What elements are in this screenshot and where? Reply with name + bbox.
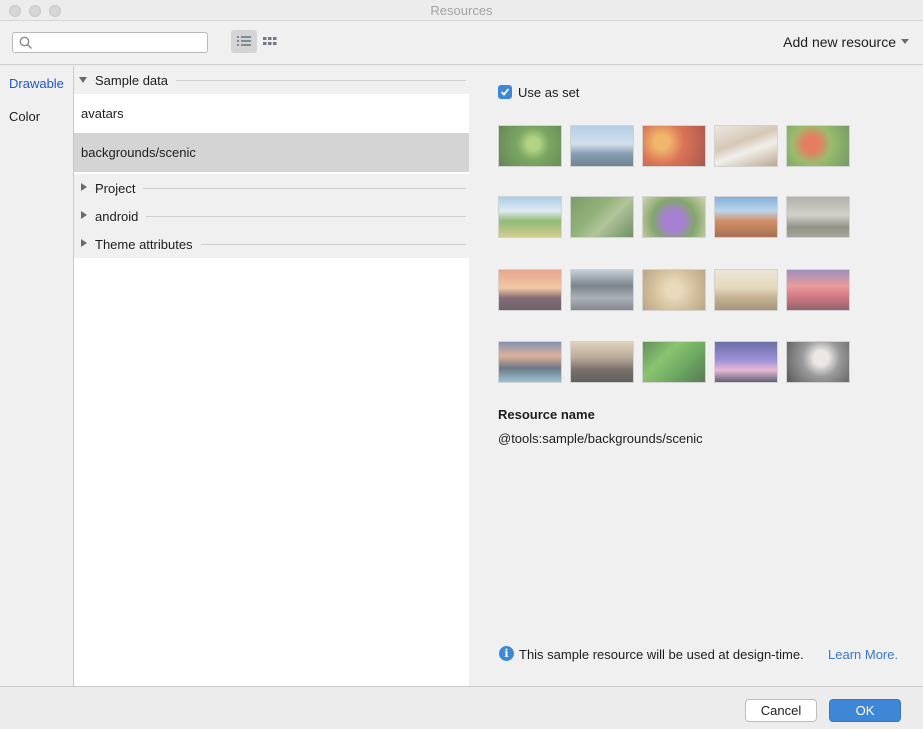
thumbnail-image[interactable]: [714, 341, 778, 383]
expanded-triangle-icon: [79, 77, 87, 83]
section-divider: [94, 188, 466, 189]
list-view-icon: [237, 36, 251, 46]
collapsed-triangle-icon: [81, 239, 87, 247]
collapsed-triangle-icon: [81, 211, 87, 219]
section-divider: [94, 216, 466, 217]
thumbnail-image[interactable]: [498, 269, 562, 311]
section-label: Theme attributes: [95, 237, 201, 252]
section-label: Sample data: [95, 73, 176, 88]
thumbnail-image[interactable]: [714, 269, 778, 311]
thumbnail-image[interactable]: [786, 269, 850, 311]
resource-detail-panel: Use as set Resource name @tools:sample/b…: [469, 66, 923, 686]
section-android[interactable]: android: [74, 202, 469, 230]
title-bar: Resources: [0, 0, 923, 21]
thumbnail-image[interactable]: [642, 341, 706, 383]
search-box[interactable]: [12, 32, 208, 53]
section-sample-data[interactable]: Sample data: [74, 66, 469, 94]
list-item-avatars[interactable]: avatars: [74, 94, 469, 133]
section-label: android: [95, 209, 147, 224]
thumbnail-image[interactable]: [786, 125, 850, 167]
dialog-footer: Cancel OK: [0, 686, 923, 729]
info-icon: i: [499, 646, 514, 661]
thumbnail-image[interactable]: [570, 125, 634, 167]
list-item-label: backgrounds/scenic: [81, 145, 196, 160]
thumbnail-image[interactable]: [570, 269, 634, 311]
thumbnail-image[interactable]: [642, 269, 706, 311]
thumbnail-image[interactable]: [498, 196, 562, 238]
collapsed-triangle-icon: [81, 183, 87, 191]
cancel-button[interactable]: Cancel: [745, 699, 817, 722]
list-view-button[interactable]: [231, 30, 257, 53]
category-drawable[interactable]: Drawable: [9, 76, 64, 91]
search-input[interactable]: [37, 34, 203, 51]
ok-button[interactable]: OK: [829, 699, 901, 722]
use-as-set-checkbox[interactable]: [498, 85, 512, 99]
window-title: Resources: [430, 3, 493, 18]
thumbnail-image[interactable]: [570, 196, 634, 238]
thumbnail-image[interactable]: [786, 341, 850, 383]
section-project[interactable]: Project: [74, 174, 469, 202]
thumbnail-image[interactable]: [570, 341, 634, 383]
thumbnail-image[interactable]: [642, 125, 706, 167]
thumbnail-image[interactable]: [642, 196, 706, 238]
thumbnail-image[interactable]: [714, 125, 778, 167]
use-as-set-label: Use as set: [518, 85, 580, 100]
thumbnail-image[interactable]: [498, 125, 562, 167]
learn-more-link[interactable]: Learn More.: [828, 647, 898, 662]
list-item-backgrounds-scenic[interactable]: backgrounds/scenic: [74, 133, 469, 172]
grid-view-icon: [263, 37, 277, 45]
list-item-label: avatars: [81, 106, 124, 121]
section-theme-attributes[interactable]: Theme attributes: [74, 230, 469, 258]
thumbnail-image[interactable]: [714, 196, 778, 238]
resource-name-heading: Resource name: [498, 407, 595, 422]
checkmark-icon: [500, 88, 510, 96]
search-icon: [19, 36, 33, 50]
category-sidebar: Drawable Color: [0, 66, 74, 686]
grid-view-button[interactable]: [257, 30, 283, 53]
section-label: Project: [95, 181, 144, 196]
category-color[interactable]: Color: [9, 109, 40, 124]
toolbar: Add new resource: [0, 21, 923, 65]
thumbnail-image[interactable]: [498, 341, 562, 383]
chevron-down-icon: [901, 38, 909, 44]
resource-list: Sample data avatars backgrounds/scenic P…: [74, 66, 469, 686]
add-new-resource-label: Add new resource: [783, 34, 896, 50]
add-new-resource-dropdown[interactable]: Add new resource: [783, 34, 909, 50]
resource-name-value: @tools:sample/backgrounds/scenic: [498, 431, 703, 446]
thumbnail-image[interactable]: [786, 196, 850, 238]
info-message: This sample resource will be used at des…: [519, 647, 804, 662]
